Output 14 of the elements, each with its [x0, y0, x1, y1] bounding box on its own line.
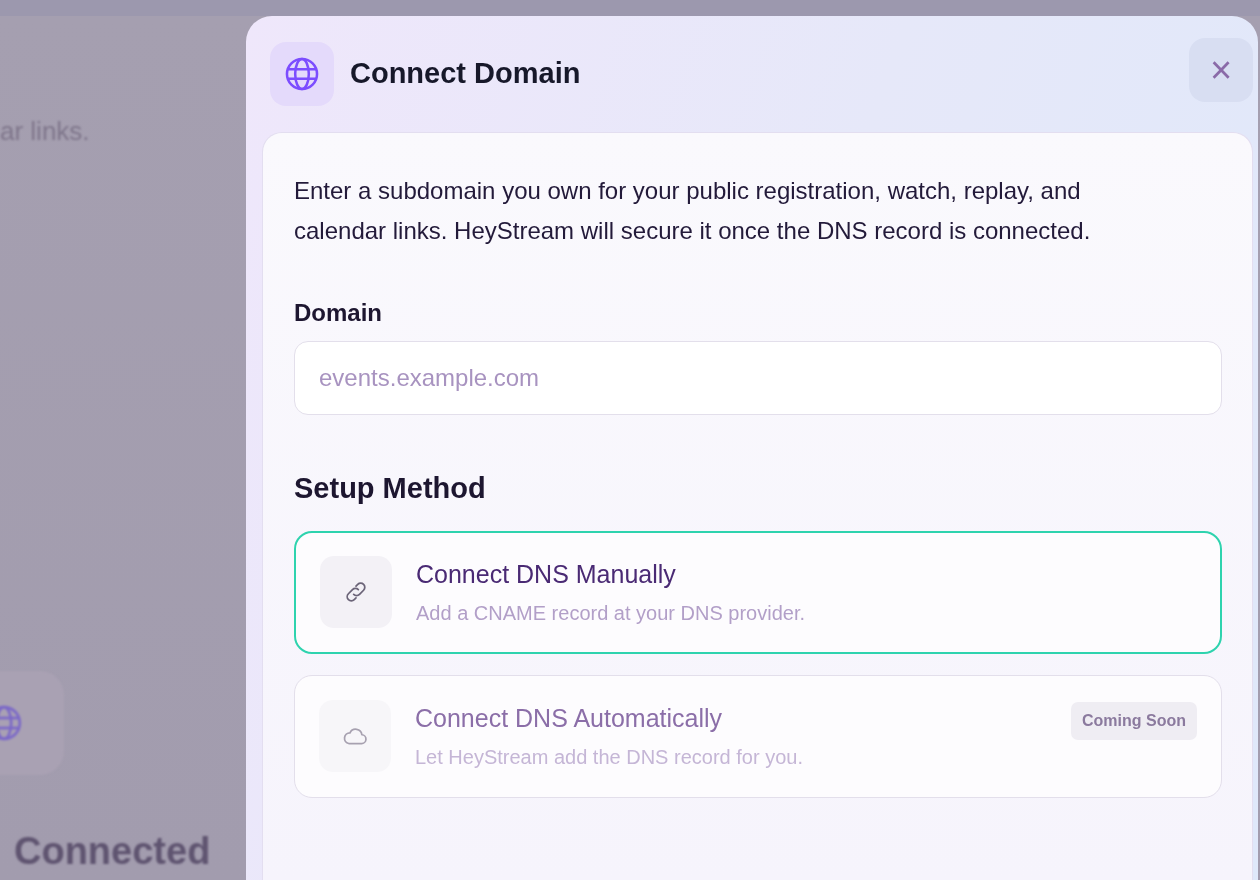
- background-heading: Connected: [14, 829, 212, 874]
- option-title: Connect DNS Automatically: [415, 703, 724, 735]
- option-title: Connect DNS Manually: [416, 559, 677, 591]
- dialog-title: Connect Domain: [350, 56, 581, 92]
- description-text: Enter a subdomain you own for your public registration, watch, replay, and calendar links. HeyStream will secure it once the DNS record is connected.: [294, 176, 1092, 246]
- setup-option-card[interactable]: Connect DNS Manually Add a CNAME record at your DNS provider.: [294, 530, 1222, 654]
- option-description: Add a CNAME record at your DNS provider.: [416, 600, 807, 626]
- section-heading: Setup Method: [294, 471, 487, 506]
- field-label: Domain: [294, 298, 383, 328]
- domain-input-field[interactable]: events.example.com: [294, 341, 1222, 415]
- close-button[interactable]: ×: [1189, 38, 1253, 102]
- status-badge: Coming Soon: [1071, 701, 1197, 740]
- option-description: Let HeyStream add the DNS record for you.: [415, 744, 804, 770]
- globe-icon: [283, 55, 321, 93]
